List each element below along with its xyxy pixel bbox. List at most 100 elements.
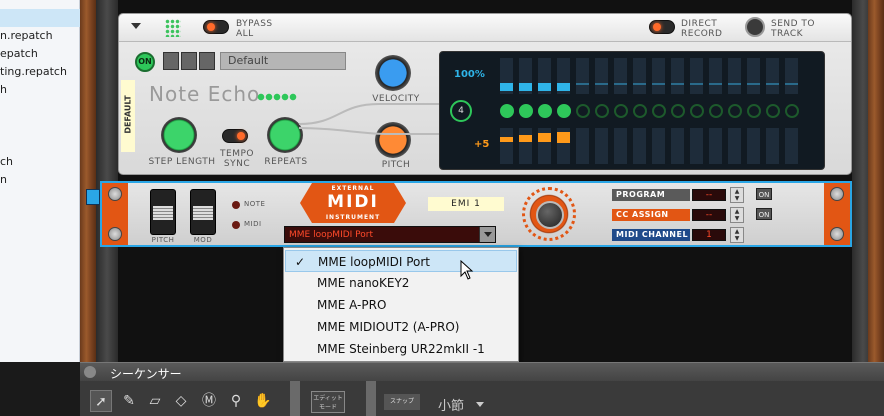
repeats-knob[interactable] bbox=[267, 117, 303, 153]
velocity-step-cell[interactable] bbox=[766, 58, 779, 94]
browser-item[interactable]: n bbox=[0, 171, 80, 189]
pitch-step-cell[interactable] bbox=[633, 128, 646, 164]
pitch-step-cell[interactable] bbox=[652, 128, 665, 164]
pitch-step-cell[interactable] bbox=[557, 128, 570, 164]
edit-mode-button[interactable]: エディット モード bbox=[311, 391, 345, 413]
step-toggle[interactable] bbox=[785, 104, 799, 118]
pitch-step-cell[interactable] bbox=[766, 128, 779, 164]
razor-tool-icon[interactable]: ◇ bbox=[170, 390, 192, 412]
program-spinner[interactable]: ▲ ▼ bbox=[730, 187, 744, 203]
step-toggle[interactable] bbox=[519, 104, 533, 118]
direct-record-toggle[interactable] bbox=[649, 20, 675, 34]
step-toggle[interactable] bbox=[747, 104, 761, 118]
pitch-step-cell[interactable] bbox=[595, 128, 608, 164]
step-length-knob[interactable] bbox=[161, 117, 197, 153]
step-toggle[interactable] bbox=[652, 104, 666, 118]
pitch-step-cell[interactable] bbox=[614, 128, 627, 164]
step-toggle[interactable] bbox=[766, 104, 780, 118]
program-value[interactable]: -- bbox=[692, 189, 726, 201]
fold-arrow-icon[interactable] bbox=[131, 23, 141, 29]
browser-item[interactable] bbox=[0, 9, 80, 27]
pitch-step-cell[interactable] bbox=[690, 128, 703, 164]
port-option[interactable]: MME A-PRO bbox=[285, 294, 517, 316]
snap-value-select[interactable]: 小節 bbox=[438, 395, 464, 414]
pitch-step-cell[interactable] bbox=[785, 128, 798, 164]
velocity-step-cell[interactable] bbox=[576, 58, 589, 94]
velocity-step-cell[interactable] bbox=[614, 58, 627, 94]
velocity-step-cell[interactable] bbox=[500, 58, 513, 94]
tempo-sync-toggle[interactable] bbox=[222, 129, 248, 143]
patch-nav-button[interactable] bbox=[163, 52, 179, 70]
midi-main-knob[interactable] bbox=[536, 201, 564, 229]
magnify-tool-icon[interactable]: ⚲ bbox=[225, 390, 247, 412]
browser-item[interactable]: ting.repatch bbox=[0, 63, 80, 81]
mod-wheel[interactable] bbox=[190, 189, 216, 235]
step-toggle[interactable] bbox=[614, 104, 628, 118]
collapse-icon[interactable] bbox=[84, 366, 96, 378]
port-option[interactable]: ✓ MME loopMIDI Port bbox=[285, 250, 517, 272]
step-toggle[interactable] bbox=[595, 104, 609, 118]
patch-folder-button[interactable] bbox=[181, 52, 197, 70]
velocity-step-cell[interactable] bbox=[785, 58, 798, 94]
pitch-step-cell[interactable] bbox=[576, 128, 589, 164]
arrow-tool-icon[interactable]: ➚ bbox=[90, 390, 112, 412]
velocity-step-cell[interactable] bbox=[671, 58, 684, 94]
browser-item[interactable]: ch bbox=[0, 153, 80, 171]
velocity-step-cell[interactable] bbox=[728, 58, 741, 94]
port-dropdown-button[interactable] bbox=[479, 227, 495, 242]
browser-item[interactable]: epatch bbox=[0, 45, 80, 63]
send-to-track-button[interactable] bbox=[745, 17, 765, 37]
port-option[interactable]: MME Steinberg UR22mkII -1 bbox=[285, 338, 517, 360]
eraser-tool-icon[interactable]: ▱ bbox=[144, 390, 166, 412]
midi-channel-spinner[interactable]: ▲ ▼ bbox=[730, 227, 744, 243]
velocity-step-cell[interactable] bbox=[595, 58, 608, 94]
port-option[interactable]: MME MIDIOUT2 (A-PRO) bbox=[285, 316, 517, 338]
step-toggle[interactable] bbox=[576, 104, 590, 118]
pitch-step-cell[interactable] bbox=[500, 128, 513, 164]
cc-spinner[interactable]: ▲ ▼ bbox=[730, 207, 744, 223]
velocity-step-cell[interactable] bbox=[557, 58, 570, 94]
velocity-step-cell[interactable] bbox=[690, 58, 703, 94]
patch-name-field[interactable]: Default bbox=[220, 52, 346, 70]
velocity-step-cell[interactable] bbox=[652, 58, 665, 94]
cc-on-button[interactable]: ON bbox=[756, 208, 772, 220]
pitch-wheel[interactable] bbox=[150, 189, 176, 235]
pitch-step-cell[interactable] bbox=[728, 128, 741, 164]
midi-channel-value[interactable]: 1 bbox=[692, 229, 726, 241]
bypass-toggle[interactable] bbox=[203, 20, 229, 34]
cc-value[interactable]: -- bbox=[692, 209, 726, 221]
hand-tool-icon[interactable]: ✋ bbox=[252, 390, 274, 412]
chevron-down-icon[interactable] bbox=[476, 402, 484, 407]
pitch-step-cell[interactable] bbox=[709, 128, 722, 164]
step-toggle[interactable] bbox=[538, 104, 552, 118]
on-button[interactable]: ON bbox=[135, 52, 155, 72]
velocity-step-cell[interactable] bbox=[633, 58, 646, 94]
port-option[interactable]: MME nanoKEY2 bbox=[285, 272, 517, 294]
program-on-button[interactable]: ON bbox=[756, 188, 772, 200]
step-toggle[interactable] bbox=[557, 104, 571, 118]
step-toggle[interactable] bbox=[500, 104, 514, 118]
mute-tool-icon[interactable]: Ⓜ bbox=[198, 390, 220, 412]
velocity-step-cell[interactable] bbox=[519, 58, 532, 94]
step-count-badge[interactable]: 4 bbox=[450, 100, 472, 122]
step-toggle[interactable] bbox=[690, 104, 704, 118]
midi-port-value: MME loopMIDI Port bbox=[289, 230, 374, 240]
browser-item[interactable]: h bbox=[0, 81, 80, 99]
snap-toggle[interactable]: スナップ bbox=[384, 394, 420, 410]
browser-item[interactable]: n.repatch bbox=[0, 27, 80, 45]
pitch-step-cell[interactable] bbox=[538, 128, 551, 164]
midi-port-select[interactable]: MME loopMIDI Port bbox=[284, 226, 496, 243]
velocity-step-cell[interactable] bbox=[538, 58, 551, 94]
step-toggle[interactable] bbox=[709, 104, 723, 118]
velocity-step-cell[interactable] bbox=[747, 58, 760, 94]
patch-save-button[interactable] bbox=[199, 52, 215, 70]
step-toggle[interactable] bbox=[728, 104, 742, 118]
pitch-step-cell[interactable] bbox=[519, 128, 532, 164]
pitch-step-cell[interactable] bbox=[671, 128, 684, 164]
device-fold-tab[interactable] bbox=[86, 189, 100, 205]
step-toggle[interactable] bbox=[633, 104, 647, 118]
step-toggle[interactable] bbox=[671, 104, 685, 118]
velocity-step-cell[interactable] bbox=[709, 58, 722, 94]
pitch-step-cell[interactable] bbox=[747, 128, 760, 164]
pencil-tool-icon[interactable]: ✎ bbox=[118, 390, 140, 412]
